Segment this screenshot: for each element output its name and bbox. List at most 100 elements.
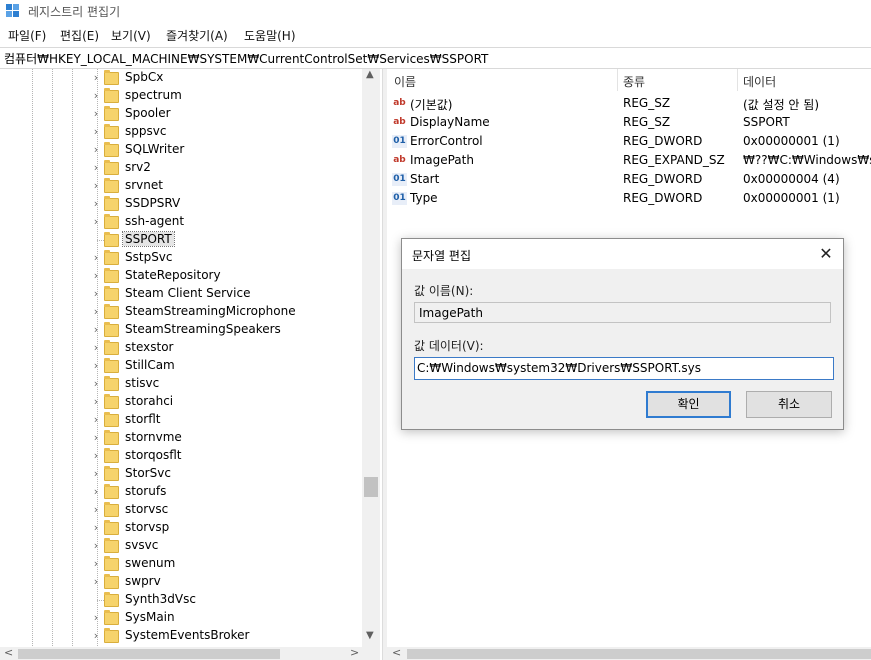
- scroll-left-arrow-icon[interactable]: <: [4, 646, 13, 659]
- tree-item[interactable]: › SQLWriter: [0, 141, 362, 159]
- menu-help[interactable]: 도움말(H): [244, 27, 296, 44]
- chevron-right-icon[interactable]: ›: [90, 198, 102, 210]
- tree-item[interactable]: › swenum: [0, 555, 362, 573]
- registry-tree[interactable]: › SpbCx › spectrum › Spooler › sppsvc › SQLWriter…: [0, 69, 382, 660]
- chevron-right-icon[interactable]: ›: [90, 72, 102, 84]
- chevron-right-icon[interactable]: ›: [90, 108, 102, 120]
- chevron-right-icon[interactable]: ›: [90, 306, 102, 318]
- chevron-right-icon[interactable]: ›: [90, 396, 102, 408]
- list-horizontal-scrollbar[interactable]: <: [387, 646, 871, 660]
- tree-item[interactable]: › stornvme: [0, 429, 362, 447]
- value-row[interactable]: ab DisplayName REG_SZ SSPORT: [387, 113, 871, 132]
- value-row[interactable]: ab (기본값) REG_SZ (값 설정 안 됨): [387, 94, 871, 113]
- tree-item[interactable]: › spectrum: [0, 87, 362, 105]
- tree-vertical-scrollbar[interactable]: ▲ ▼: [362, 69, 380, 647]
- tree-item[interactable]: › SteamStreamingSpeakers: [0, 321, 362, 339]
- chevron-right-icon[interactable]: ›: [90, 324, 102, 336]
- menu-favorites[interactable]: 즐겨찾기(A): [166, 27, 228, 44]
- chevron-right-icon[interactable]: ›: [90, 522, 102, 534]
- tree-item[interactable]: Synth3dVsc: [0, 591, 362, 609]
- ok-button[interactable]: 확인: [646, 391, 731, 418]
- tree-item[interactable]: › storqosflt: [0, 447, 362, 465]
- window-title: 레지스트리 편집기: [28, 5, 121, 19]
- tree-item[interactable]: › SteamStreamingMicrophone: [0, 303, 362, 321]
- column-separator[interactable]: [617, 69, 618, 91]
- tree-item[interactable]: › sppsvc: [0, 123, 362, 141]
- close-icon[interactable]: ✕: [816, 244, 836, 264]
- tree-item[interactable]: › svsvc: [0, 537, 362, 555]
- scroll-right-arrow-icon[interactable]: >: [350, 646, 359, 659]
- chevron-right-icon[interactable]: ›: [90, 486, 102, 498]
- menu-view[interactable]: 보기(V): [111, 27, 151, 44]
- tree-item[interactable]: › storflt: [0, 411, 362, 429]
- chevron-right-icon[interactable]: ›: [90, 342, 102, 354]
- tree-item[interactable]: › stexstor: [0, 339, 362, 357]
- tree-item[interactable]: › Steam Client Service: [0, 285, 362, 303]
- menu-file[interactable]: 파일(F): [8, 27, 46, 44]
- chevron-right-icon[interactable]: ›: [90, 126, 102, 138]
- tree-item[interactable]: › SSDPSRV: [0, 195, 362, 213]
- value-row[interactable]: ab ImagePath REG_EXPAND_SZ ₩??₩C:₩Windows₩s…: [387, 151, 871, 170]
- tree-item[interactable]: › swprv: [0, 573, 362, 591]
- dialog-title: 문자열 편집: [412, 249, 472, 263]
- chevron-right-icon[interactable]: ›: [90, 270, 102, 282]
- column-header-name[interactable]: 이름: [394, 73, 416, 95]
- chevron-right-icon[interactable]: ›: [90, 162, 102, 174]
- column-header-data[interactable]: 데이터: [743, 73, 776, 95]
- column-separator[interactable]: [737, 69, 738, 91]
- chevron-right-icon[interactable]: ›: [90, 414, 102, 426]
- chevron-right-icon[interactable]: ›: [90, 144, 102, 156]
- tree-item[interactable]: › srvnet: [0, 177, 362, 195]
- chevron-right-icon[interactable]: ›: [90, 360, 102, 372]
- folder-icon: [104, 556, 119, 571]
- chevron-right-icon[interactable]: ›: [90, 90, 102, 102]
- tree-item[interactable]: › StorSvc: [0, 465, 362, 483]
- chevron-right-icon[interactable]: ›: [90, 576, 102, 588]
- folder-icon: [104, 520, 119, 535]
- menu-edit[interactable]: 편집(E): [60, 27, 99, 44]
- value-row[interactable]: 01 Start REG_DWORD 0x00000004 (4): [387, 170, 871, 189]
- tree-item[interactable]: › srv2: [0, 159, 362, 177]
- address-bar[interactable]: 컴퓨터₩HKEY_LOCAL_MACHINE₩SYSTEM₩CurrentCon…: [0, 47, 871, 69]
- chevron-right-icon[interactable]: ›: [90, 540, 102, 552]
- scroll-left-arrow-icon[interactable]: <: [392, 646, 401, 659]
- chevron-right-icon[interactable]: ›: [90, 468, 102, 480]
- chevron-right-icon[interactable]: ›: [90, 612, 102, 624]
- tree-item[interactable]: › SpbCx: [0, 69, 362, 87]
- tree-item[interactable]: SSPORT: [0, 231, 362, 249]
- address-path[interactable]: 컴퓨터₩HKEY_LOCAL_MACHINE₩SYSTEM₩CurrentCon…: [4, 50, 488, 67]
- tree-item[interactable]: › StillCam: [0, 357, 362, 375]
- chevron-right-icon[interactable]: ›: [90, 288, 102, 300]
- tree-item[interactable]: › storvsc: [0, 501, 362, 519]
- column-header-type[interactable]: 종류: [623, 73, 645, 95]
- scroll-down-arrow-icon[interactable]: ▼: [366, 630, 374, 641]
- tree-item[interactable]: › storahci: [0, 393, 362, 411]
- tree-item[interactable]: › storufs: [0, 483, 362, 501]
- tree-item[interactable]: › SstpSvc: [0, 249, 362, 267]
- chevron-right-icon[interactable]: ›: [90, 558, 102, 570]
- chevron-right-icon[interactable]: ›: [90, 450, 102, 462]
- tree-hscroll-thumb[interactable]: [18, 649, 280, 659]
- tree-item[interactable]: › stisvc: [0, 375, 362, 393]
- value-row[interactable]: 01 ErrorControl REG_DWORD 0x00000001 (1): [387, 132, 871, 151]
- value-row[interactable]: 01 Type REG_DWORD 0x00000001 (1): [387, 189, 871, 208]
- tree-item[interactable]: › SysMain: [0, 609, 362, 627]
- chevron-right-icon[interactable]: ›: [90, 180, 102, 192]
- list-hscroll-thumb[interactable]: [407, 649, 871, 659]
- chevron-right-icon[interactable]: ›: [90, 216, 102, 228]
- tree-scroll-thumb[interactable]: [364, 477, 378, 497]
- chevron-right-icon[interactable]: ›: [90, 504, 102, 516]
- cancel-button[interactable]: 취소: [746, 391, 832, 418]
- tree-item[interactable]: › storvsp: [0, 519, 362, 537]
- chevron-right-icon[interactable]: ›: [90, 252, 102, 264]
- scroll-up-arrow-icon[interactable]: ▲: [366, 69, 374, 80]
- tree-horizontal-scrollbar[interactable]: < >: [0, 646, 380, 660]
- chevron-right-icon[interactable]: ›: [90, 630, 102, 642]
- chevron-right-icon[interactable]: ›: [90, 378, 102, 390]
- tree-item[interactable]: › Spooler: [0, 105, 362, 123]
- tree-item[interactable]: › StateRepository: [0, 267, 362, 285]
- tree-item[interactable]: › SystemEventsBroker: [0, 627, 362, 645]
- value-data-input[interactable]: C:₩Windows₩system32₩Drivers₩SSPORT.sys: [414, 357, 834, 380]
- chevron-right-icon[interactable]: ›: [90, 432, 102, 444]
- tree-item[interactable]: › ssh-agent: [0, 213, 362, 231]
